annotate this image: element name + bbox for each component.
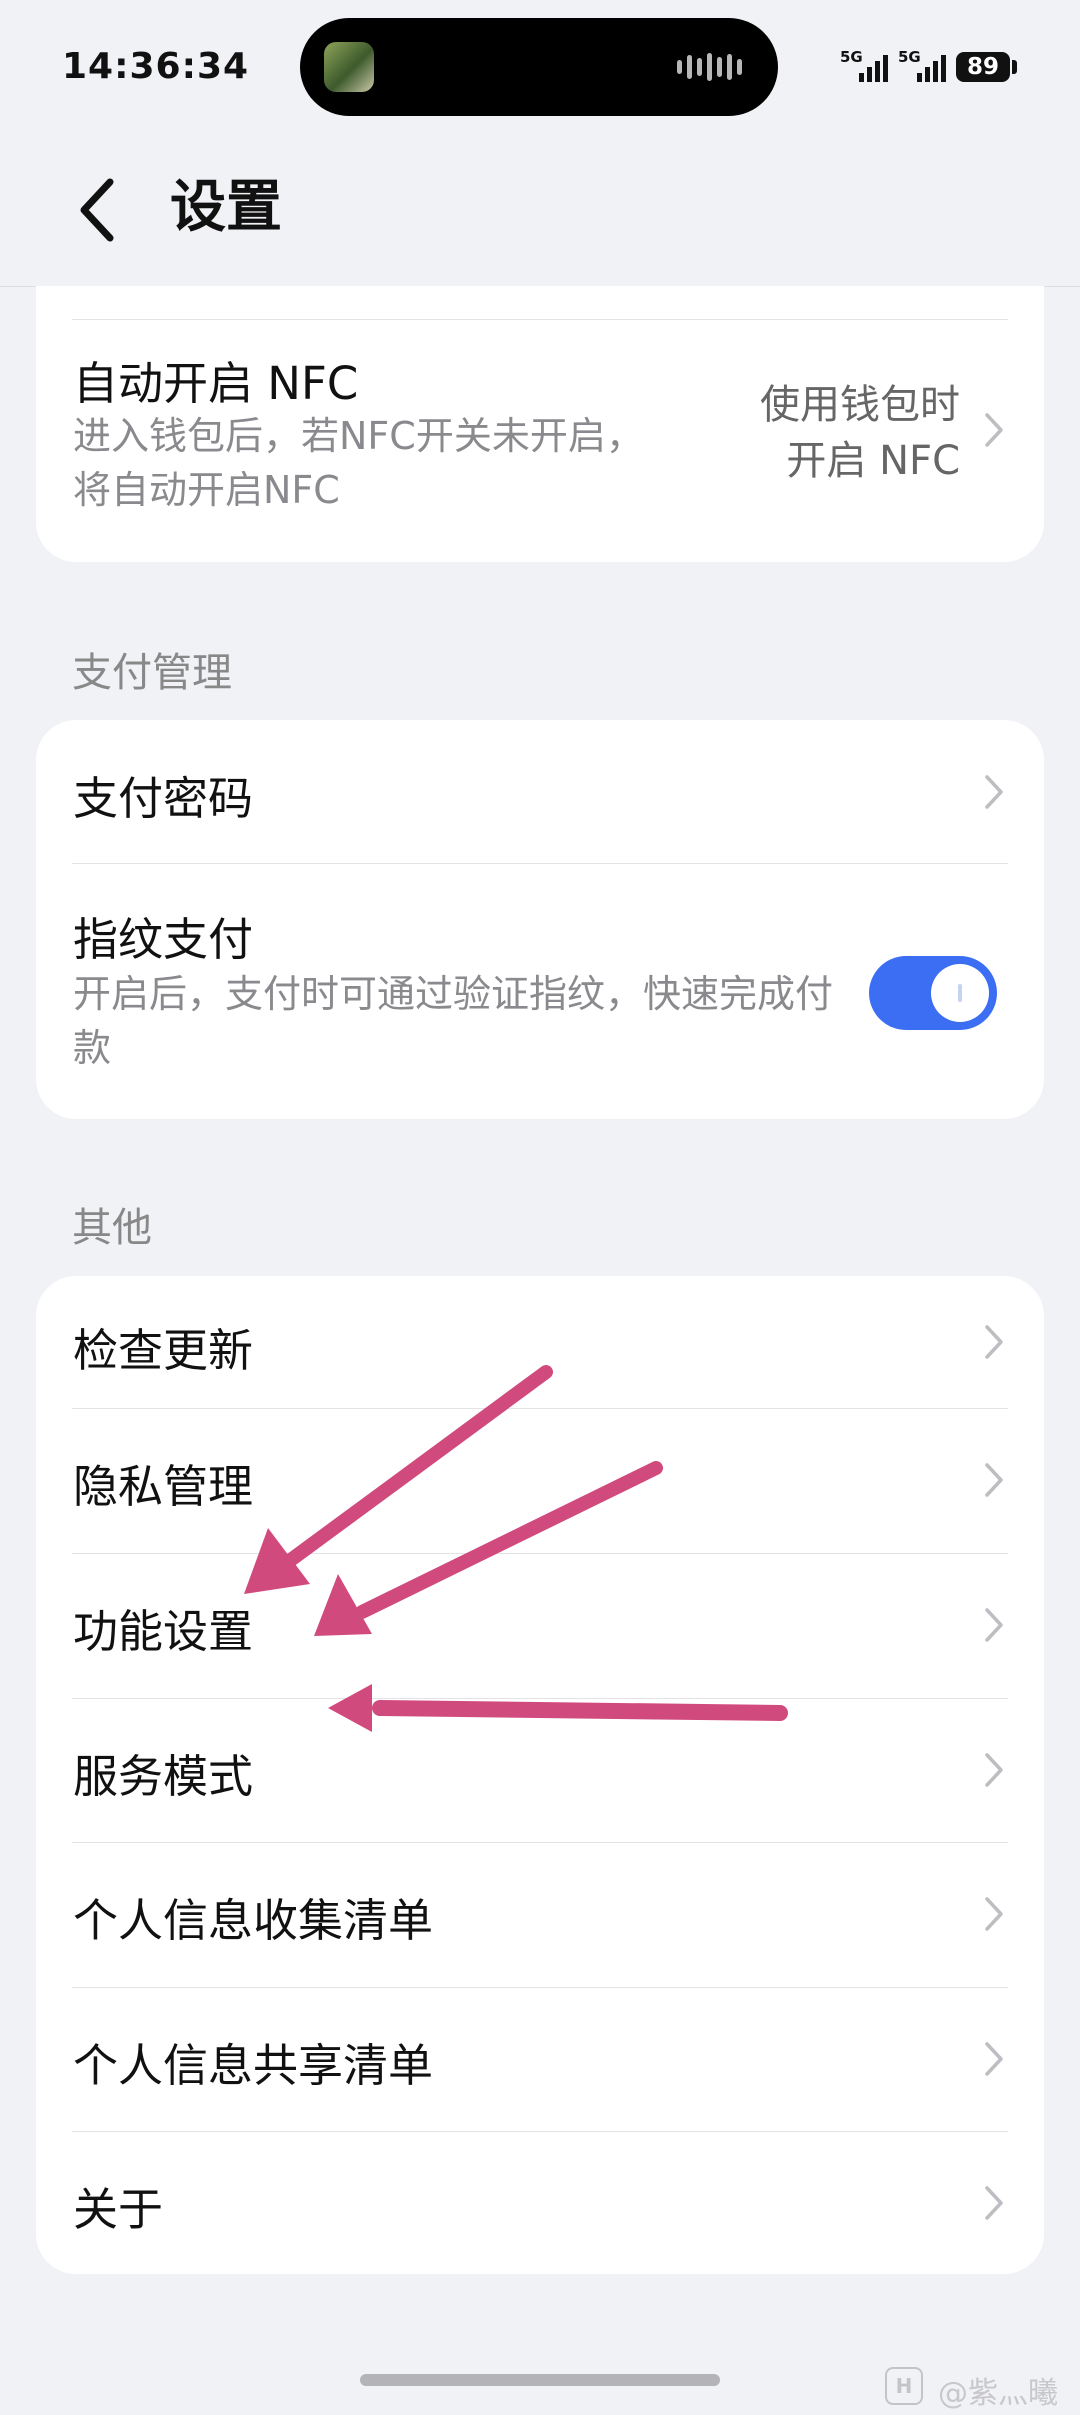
list-item-label: 关于 bbox=[73, 2183, 164, 2236]
list-item-info-collection[interactable]: 个人信息收集清单 bbox=[36, 1842, 1044, 1987]
battery-icon: 89 bbox=[956, 52, 1010, 82]
list-item-label: 功能设置 bbox=[73, 1605, 254, 1658]
divider bbox=[72, 2131, 1008, 2132]
list-item-label: 个人信息收集清单 bbox=[73, 1894, 434, 1947]
auto-nfc-value-line1: 使用钱包时 bbox=[760, 382, 960, 428]
auto-nfc-title: 自动开启 NFC bbox=[73, 357, 359, 410]
chevron-right-icon bbox=[985, 1463, 1003, 1497]
audio-wave-icon bbox=[677, 52, 742, 82]
divider bbox=[72, 863, 1008, 864]
list-item-label: 个人信息共享清单 bbox=[73, 2039, 434, 2092]
divider bbox=[72, 1553, 1008, 1554]
chevron-right-icon bbox=[985, 1897, 1003, 1931]
list-item-check-update[interactable]: 检查更新 bbox=[36, 1276, 1044, 1408]
page-title: 设置 bbox=[170, 175, 282, 240]
list-item-function-settings[interactable]: 功能设置 bbox=[36, 1553, 1044, 1698]
cellular-signal-icon: 5G bbox=[898, 48, 946, 82]
chevron-right-icon bbox=[985, 2186, 1003, 2220]
cellular-signal-icon: 5G bbox=[840, 48, 888, 82]
chevron-right-icon bbox=[985, 413, 1003, 447]
divider bbox=[72, 1408, 1008, 1409]
section-header-other: 其他 bbox=[72, 1205, 152, 1251]
toggle-knob bbox=[931, 964, 989, 1022]
auto-nfc-row[interactable]: 自动开启 NFC 进入钱包后，若NFC开关未开启，将自动开启NFC 使用钱包时 … bbox=[36, 319, 1044, 562]
nav-bar: 设置 bbox=[0, 140, 1080, 287]
divider bbox=[72, 1842, 1008, 1843]
other-card: 检查更新 隐私管理 功能设置 服务模式 个人信息收集清单 个人信息共享清单 关于 bbox=[36, 1276, 1044, 2274]
list-item-service-mode[interactable]: 服务模式 bbox=[36, 1698, 1044, 1842]
nfc-card: 自动开启 NFC 进入钱包后，若NFC开关未开启，将自动开启NFC 使用钱包时 … bbox=[36, 286, 1044, 562]
payment-password-label: 支付密码 bbox=[73, 772, 254, 825]
section-header-payment: 支付管理 bbox=[72, 650, 232, 696]
divider bbox=[72, 1987, 1008, 1988]
chevron-right-icon bbox=[985, 1325, 1003, 1359]
signal-indicators: 5G 5G bbox=[840, 48, 946, 82]
album-art-icon bbox=[324, 42, 374, 92]
list-item-about[interactable]: 关于 bbox=[36, 2131, 1044, 2274]
fingerprint-pay-row: 指纹支付 开启后，支付时可通过验证指纹，快速完成付款 bbox=[36, 863, 1044, 1119]
status-bar: 14:36:34 5G 5G 89 bbox=[0, 0, 1080, 140]
chevron-right-icon bbox=[985, 1753, 1003, 1787]
list-item-label: 服务模式 bbox=[73, 1750, 254, 1803]
list-item-info-sharing[interactable]: 个人信息共享清单 bbox=[36, 1987, 1044, 2131]
dynamic-island[interactable] bbox=[300, 18, 778, 116]
auto-nfc-desc: 进入钱包后，若NFC开关未开启，将自动开启NFC bbox=[73, 414, 644, 512]
list-item-privacy[interactable]: 隐私管理 bbox=[36, 1408, 1044, 1553]
battery-tip bbox=[1012, 60, 1017, 74]
chevron-right-icon bbox=[985, 1608, 1003, 1642]
fingerprint-pay-desc: 开启后，支付时可通过验证指纹，快速完成付款 bbox=[73, 972, 834, 1070]
list-item-label: 检查更新 bbox=[73, 1324, 254, 1377]
status-time: 14:36:34 bbox=[62, 46, 250, 87]
chevron-right-icon bbox=[985, 2042, 1003, 2076]
fingerprint-pay-toggle[interactable] bbox=[869, 956, 997, 1030]
payment-card: 支付密码 指纹支付 开启后，支付时可通过验证指纹，快速完成付款 bbox=[36, 720, 1044, 1119]
list-item-label: 隐私管理 bbox=[73, 1460, 254, 1513]
chevron-left-icon[interactable] bbox=[66, 170, 126, 250]
watermark-logo-icon: H bbox=[885, 2367, 923, 2405]
auto-nfc-value: 使用钱包时 开启 NFC bbox=[760, 377, 960, 489]
auto-nfc-value-line2: 开启 NFC bbox=[786, 438, 960, 484]
divider bbox=[72, 1698, 1008, 1699]
divider bbox=[72, 319, 1008, 320]
chevron-right-icon bbox=[985, 775, 1003, 809]
payment-password-row[interactable]: 支付密码 bbox=[36, 720, 1044, 863]
fingerprint-pay-label: 指纹支付 bbox=[73, 913, 254, 966]
home-indicator[interactable] bbox=[360, 2374, 720, 2386]
watermark-text: @紫灬曦 bbox=[938, 2376, 1058, 2411]
